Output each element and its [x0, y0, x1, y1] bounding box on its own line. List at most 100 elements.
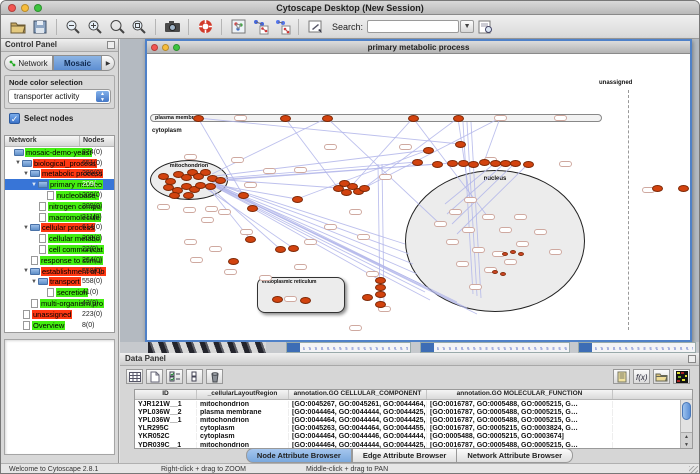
- background-window-fragment[interactable]: [578, 342, 696, 353]
- gene-node[interactable]: [362, 294, 373, 301]
- gene-node[interactable]: [447, 160, 458, 167]
- annotation-icon[interactable]: [305, 18, 325, 36]
- gene-label-node[interactable]: [379, 174, 392, 180]
- tree-row[interactable]: unassigned223(0): [5, 309, 114, 320]
- gene-label-node[interactable]: [499, 227, 512, 233]
- tree-row[interactable]: nucleobase-209(0): [5, 190, 114, 201]
- gene-label-node[interactable]: [464, 197, 477, 203]
- scrollbar-thumb[interactable]: [682, 402, 691, 420]
- gene-label-node[interactable]: [456, 261, 469, 267]
- gene-node[interactable]: [678, 185, 689, 192]
- gene-node-small[interactable]: [500, 272, 506, 276]
- select-attributes-icon[interactable]: [126, 369, 143, 384]
- tree-row[interactable]: ▼transport558(0): [5, 277, 114, 288]
- gene-label-node[interactable]: [234, 115, 247, 121]
- tree-row[interactable]: Overview8(0): [5, 320, 114, 331]
- gene-label-node[interactable]: [504, 259, 517, 265]
- zoom-fit-icon[interactable]: [129, 18, 149, 36]
- tab-edge-attribute-browser[interactable]: Edge Attribute Browser: [352, 448, 457, 463]
- gene-node[interactable]: [479, 159, 490, 166]
- disclosure-triangle-icon[interactable]: ▼: [31, 279, 38, 285]
- save-session-icon[interactable]: [30, 18, 50, 36]
- tree-row[interactable]: cellular metabo209(0): [5, 233, 114, 244]
- disclosure-triangle-icon[interactable]: ▼: [23, 225, 30, 231]
- gene-node[interactable]: [453, 115, 464, 122]
- gene-label-node[interactable]: [184, 239, 197, 245]
- gene-node-small[interactable]: [518, 252, 524, 256]
- tree-column-nodes[interactable]: Nodes: [83, 137, 104, 144]
- gene-node[interactable]: [408, 115, 419, 122]
- gene-node[interactable]: [375, 291, 386, 298]
- gene-node[interactable]: [300, 297, 311, 304]
- gene-node[interactable]: [288, 245, 299, 252]
- network-canvas[interactable]: plasma membrane cytoplasm mitochondrion …: [147, 54, 690, 340]
- tree-row[interactable]: response to stimul264(0): [5, 255, 114, 266]
- gene-node[interactable]: [245, 236, 256, 243]
- open-attributes-icon[interactable]: [653, 369, 670, 384]
- gene-node[interactable]: [510, 160, 521, 167]
- gene-label-node[interactable]: [218, 209, 231, 215]
- search-dropdown-icon[interactable]: ▼: [460, 20, 474, 33]
- gene-label-node[interactable]: [534, 229, 547, 235]
- gene-label-node[interactable]: [284, 296, 297, 302]
- background-window-fragment[interactable]: [286, 342, 411, 353]
- gene-node[interactable]: [169, 192, 180, 199]
- tree-row[interactable]: ▼cellular process614(0): [5, 223, 114, 234]
- gene-label-node[interactable]: [399, 144, 412, 150]
- gene-node[interactable]: [375, 284, 386, 291]
- gene-node[interactable]: [322, 115, 333, 122]
- gene-label-node[interactable]: [449, 209, 462, 215]
- tree-row[interactable]: ▼primary metabo209(...: [5, 179, 114, 190]
- gene-node[interactable]: [458, 160, 469, 167]
- tree-row[interactable]: macromolecule311(0): [5, 212, 114, 223]
- disclosure-triangle-icon[interactable]: ▼: [31, 182, 38, 188]
- gene-label-node[interactable]: [472, 247, 485, 253]
- table-row[interactable]: YLR295Ccytoplasm[GO:0045263, GO:0044464,…: [135, 425, 692, 433]
- table-row[interactable]: YPL036W__1mitochondrion[GO:0044464, GO:0…: [135, 416, 692, 424]
- gene-node[interactable]: [275, 246, 286, 253]
- gene-label-node[interactable]: [554, 115, 567, 121]
- gene-label-node[interactable]: [324, 224, 337, 230]
- column-region[interactable]: _cellularLayoutRegion: [197, 390, 289, 399]
- gene-label-node[interactable]: [549, 249, 562, 255]
- gene-node[interactable]: [490, 160, 501, 167]
- gene-node[interactable]: [341, 189, 352, 196]
- table-row[interactable]: YJR121W__1mitochondrion[GO:0045267, GO:0…: [135, 400, 692, 408]
- vizmapper-icon[interactable]: [228, 18, 248, 36]
- background-window-fragment[interactable]: [148, 342, 266, 353]
- tree-row[interactable]: ▼biological_process651(0): [5, 158, 114, 169]
- gene-node[interactable]: [432, 161, 443, 168]
- heatmap-icon[interactable]: [673, 369, 690, 384]
- tree-row[interactable]: ▼metabolic process280(0): [5, 169, 114, 180]
- gene-label-node[interactable]: [190, 257, 203, 263]
- tree-row[interactable]: cell communicat22(0): [5, 244, 114, 255]
- gene-node[interactable]: [195, 182, 206, 189]
- delete-attribute-icon[interactable]: [206, 369, 223, 384]
- gene-node[interactable]: [375, 277, 386, 284]
- network-window-titlebar[interactable]: primary metabolic process: [147, 41, 690, 54]
- gene-node[interactable]: [280, 115, 291, 122]
- new-network-icon[interactable]: [250, 18, 270, 36]
- formula-builder-icon[interactable]: f(x): [633, 369, 650, 384]
- birds-eye-view[interactable]: [4, 339, 115, 455]
- gene-label-node[interactable]: [349, 209, 362, 215]
- search-input[interactable]: [367, 20, 459, 33]
- tree-row[interactable]: multi-organism pro42(0): [5, 298, 114, 309]
- tree-row[interactable]: nitrogen compo209(0): [5, 201, 114, 212]
- float-panel-icon[interactable]: [107, 41, 115, 49]
- gene-label-node[interactable]: [434, 221, 447, 227]
- gene-node[interactable]: [423, 147, 434, 154]
- gene-label-node[interactable]: [324, 144, 337, 150]
- gene-label-node[interactable]: [224, 269, 237, 275]
- gene-label-node[interactable]: [240, 229, 253, 235]
- attribute-checklist-icon[interactable]: [166, 369, 183, 384]
- disclosure-triangle-icon[interactable]: ▼: [23, 171, 30, 177]
- tab-node-attribute-browser[interactable]: Node Attribute Browser: [246, 448, 352, 463]
- more-tabs-icon[interactable]: ▶: [102, 55, 115, 71]
- gene-label-node[interactable]: [183, 207, 196, 213]
- gene-label-node[interactable]: [366, 271, 379, 277]
- column-cellular-component[interactable]: annotation.GO CELLULAR_COMPONENT: [289, 390, 427, 399]
- gene-node[interactable]: [652, 185, 663, 192]
- disclosure-triangle-icon[interactable]: ▼: [15, 160, 22, 166]
- snapshot-camera-icon[interactable]: [162, 18, 182, 36]
